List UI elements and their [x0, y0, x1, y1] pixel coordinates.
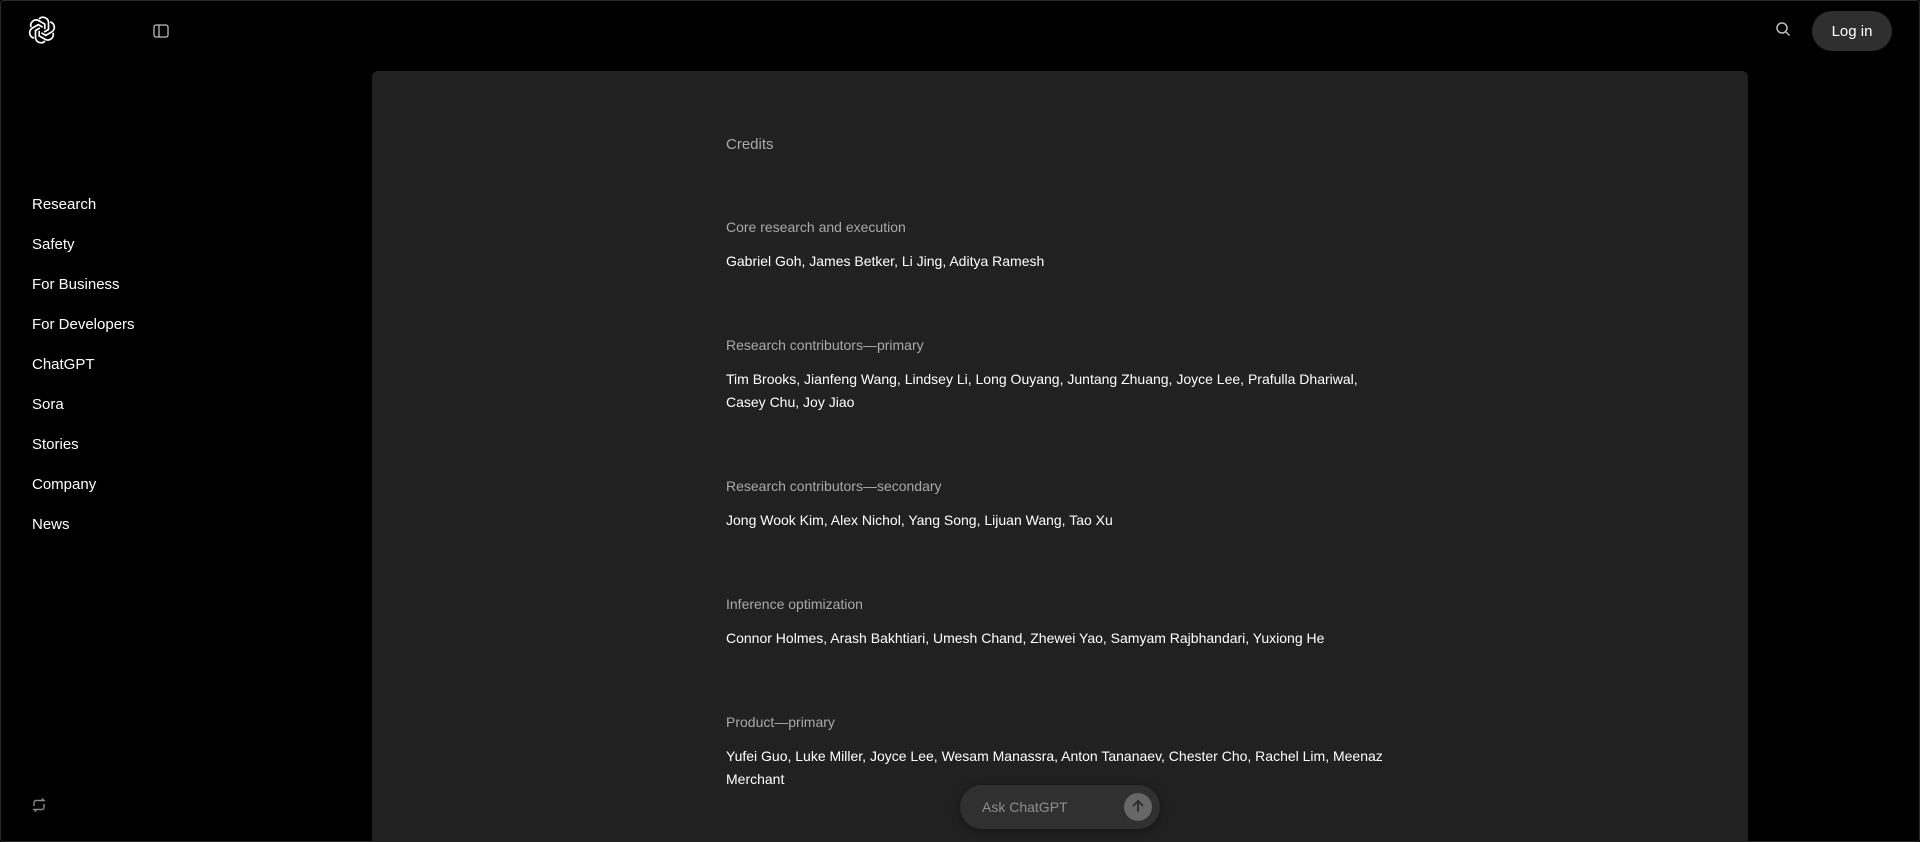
theme-toggle-icon[interactable] — [31, 797, 47, 813]
sidebar-toggle-icon[interactable] — [152, 22, 170, 40]
send-button[interactable] — [1124, 793, 1152, 821]
openai-logo-icon[interactable] — [26, 14, 58, 46]
section-heading: Inference optimization — [726, 596, 863, 612]
credits-section: Product—primary Yufei Guo, Luke Miller, … — [726, 712, 1396, 791]
section-names: Gabriel Goh, James Betker, Li Jing, Adit… — [726, 253, 1045, 269]
sidebar-item-for-developers[interactable]: For Developers — [32, 310, 135, 350]
page-title: Credits — [726, 136, 774, 153]
login-button[interactable]: Log in — [1812, 11, 1892, 51]
credits-section: Inference optimization Connor Holmes, Ar… — [726, 594, 1396, 650]
credits-section: Core research and execution Gabriel Goh,… — [726, 217, 1396, 273]
ask-chatgpt-bar — [960, 785, 1160, 829]
sidebar-item-sora[interactable]: Sora — [32, 390, 135, 430]
sidebar-nav: Research Safety For Business For Develop… — [32, 190, 135, 550]
search-button[interactable] — [1772, 20, 1794, 42]
section-heading: Core research and execution — [726, 219, 906, 235]
section-names: Tim Brooks, Jianfeng Wang, Lindsey Li, L… — [726, 371, 1358, 410]
sidebar-item-news[interactable]: News — [32, 510, 135, 550]
sidebar-item-stories[interactable]: Stories — [32, 430, 135, 470]
credits-section: Research contributors—secondary Jong Woo… — [726, 476, 1396, 532]
section-heading: Research contributors—primary — [726, 337, 924, 353]
credits-content: Credits Core research and execution Gabr… — [726, 134, 1396, 791]
section-names: Jong Wook Kim, Alex Nichol, Yang Song, L… — [726, 512, 1113, 528]
sidebar-item-company[interactable]: Company — [32, 470, 135, 510]
ask-chatgpt-input[interactable] — [980, 798, 1104, 816]
section-heading: Product—primary — [726, 714, 835, 730]
sidebar-item-safety[interactable]: Safety — [32, 230, 135, 270]
sidebar-item-for-business[interactable]: For Business — [32, 270, 135, 310]
credits-section: Research contributors—primary Tim Brooks… — [726, 335, 1396, 414]
search-icon — [1775, 21, 1791, 42]
arrow-up-icon — [1131, 799, 1145, 816]
sidebar-item-chatgpt[interactable]: ChatGPT — [32, 350, 135, 390]
section-names: Connor Holmes, Arash Bakhtiari, Umesh Ch… — [726, 630, 1325, 646]
section-heading: Research contributors—secondary — [726, 478, 942, 494]
sidebar-item-research[interactable]: Research — [32, 190, 135, 230]
